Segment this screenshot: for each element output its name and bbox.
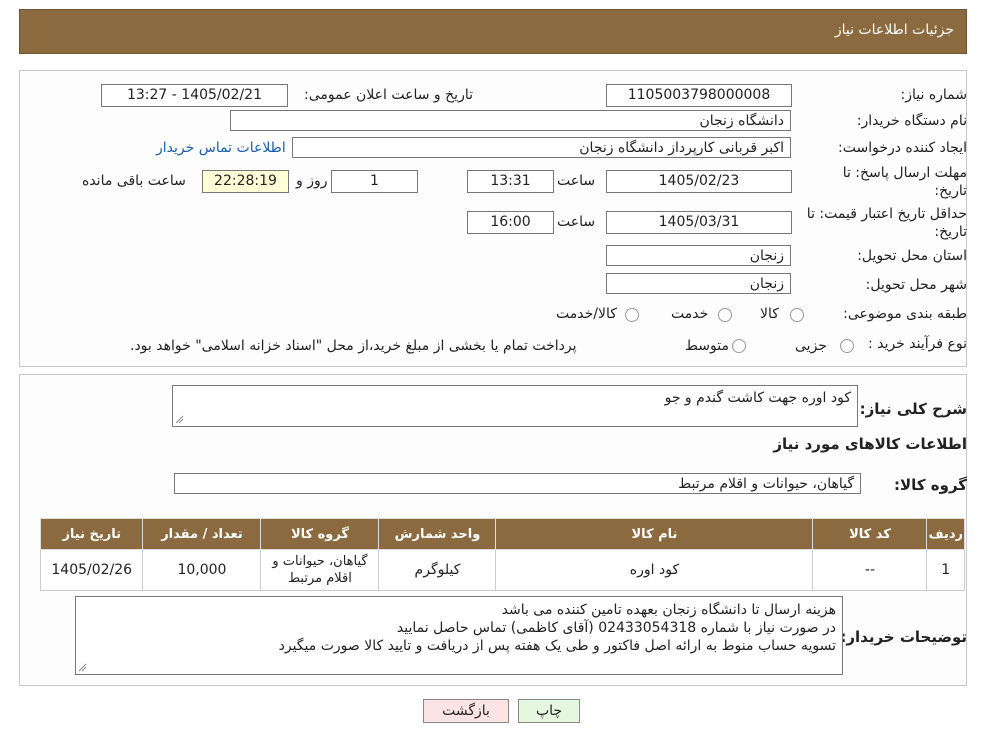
reply-deadline-label-2: تاریخ: bbox=[934, 183, 967, 199]
print-button[interactable]: چاپ bbox=[518, 699, 580, 723]
col-qty-header: تعداد / مقدار bbox=[142, 518, 262, 550]
announce-label: تاریخ و ساعت اعلان عمومی: bbox=[304, 87, 473, 103]
process-option-minor: جزیی bbox=[795, 338, 827, 354]
day-and-label: روز و bbox=[296, 173, 328, 189]
back-button[interactable]: بازگشت bbox=[423, 699, 509, 723]
process-option-medium: متوسط bbox=[685, 338, 729, 354]
category-option-service: خدمت bbox=[671, 306, 709, 322]
validity-time-label: ساعت bbox=[557, 214, 596, 230]
table-row: 1 -- کود اوره کیلوگرم گیاهان، حیوانات و … bbox=[39, 549, 965, 591]
announce-datetime-field: 1405/02/21 - 13:27 bbox=[101, 84, 288, 107]
cell-date: 1405/02/26 bbox=[39, 549, 144, 591]
process-radio-medium[interactable] bbox=[732, 339, 746, 353]
category-option-both: کالا/خدمت bbox=[556, 306, 617, 322]
summary-label: شرح کلی نیاز: bbox=[859, 400, 967, 418]
process-label: نوع فرآیند خرید : bbox=[868, 336, 967, 352]
page-title: جزئیات اطلاعات نیاز bbox=[834, 22, 954, 38]
col-name-header: نام کالا bbox=[495, 518, 814, 550]
cell-qty: 10,000 bbox=[142, 549, 262, 591]
summary-field: کود اوره جهت کاشت گندم و جو bbox=[172, 385, 858, 427]
buyer-note-line: تسویه حساب منوط به ارائه اصل فاکتور و طی… bbox=[278, 638, 836, 654]
col-code-header: کد کالا bbox=[812, 518, 928, 550]
remaining-time-field: 22:28:19 bbox=[202, 170, 289, 193]
category-option-goods: کالا bbox=[760, 306, 779, 322]
cell-group: گیاهان، حیوانات و اقلام مرتبط bbox=[260, 549, 380, 591]
category-radio-service[interactable] bbox=[718, 308, 732, 322]
days-field: 1 bbox=[331, 170, 418, 193]
remaining-label: ساعت باقی مانده bbox=[82, 173, 186, 189]
cell-code: -- bbox=[812, 549, 928, 591]
process-note: پرداخت تمام یا بخشی از مبلغ خرید،از محل … bbox=[130, 338, 577, 354]
province-label: استان محل تحویل: bbox=[857, 248, 967, 264]
reply-time-field: 13:31 bbox=[467, 170, 554, 193]
buyer-note-line: در صورت نیاز با شماره 02433054318 (آقای … bbox=[396, 620, 836, 636]
resize-grip-icon[interactable] bbox=[78, 663, 87, 672]
cell-row: 1 bbox=[926, 549, 965, 591]
buyer-note-line: هزینه ارسال تا دانشگاه زنجان بعهده تامین… bbox=[501, 602, 836, 618]
col-unit-header: واحد شمارش bbox=[378, 518, 497, 550]
category-label: طبقه بندی موضوعی: bbox=[843, 306, 967, 322]
buyer-notes-field: هزینه ارسال تا دانشگاه زنجان بعهده تامین… bbox=[75, 596, 843, 675]
city-label: شهر محل تحویل: bbox=[865, 277, 967, 293]
validity-label: حداقل تاریخ اعتبار قیمت: تا bbox=[806, 206, 967, 222]
reply-time-label: ساعت bbox=[557, 173, 596, 189]
category-radio-goods[interactable] bbox=[790, 308, 804, 322]
col-group-header: گروه کالا bbox=[260, 518, 380, 550]
creator-field: اکبر قربانی کارپرداز دانشگاه زنجان bbox=[292, 137, 791, 158]
city-field: زنجان bbox=[606, 273, 791, 294]
validity-label-2: تاریخ: bbox=[934, 224, 967, 240]
summary-text: کود اوره جهت کاشت گندم و جو bbox=[664, 390, 851, 406]
buyer-notes-label: توضیحات خریدار: bbox=[840, 628, 967, 646]
goods-info-title: اطلاعات کالاهای مورد نیاز bbox=[773, 435, 967, 453]
validity-date-field: 1405/03/31 bbox=[606, 211, 792, 234]
process-radio-minor[interactable] bbox=[840, 339, 854, 353]
reply-date-field: 1405/02/23 bbox=[606, 170, 792, 193]
need-number-field: 1105003798000008 bbox=[606, 84, 792, 107]
cell-name: کود اوره bbox=[495, 549, 814, 591]
goods-group-label: گروه کالا: bbox=[894, 476, 967, 494]
reply-deadline-label: مهلت ارسال پاسخ: تا bbox=[842, 165, 967, 181]
buyer-org-field: دانشگاه زنجان bbox=[230, 110, 791, 131]
category-radio-both[interactable] bbox=[625, 308, 639, 322]
col-row-header: ردیف bbox=[926, 518, 965, 550]
buyer-org-label: نام دستگاه خریدار: bbox=[856, 113, 967, 129]
page-header: جزئیات اطلاعات نیاز bbox=[19, 9, 967, 54]
goods-group-field: گیاهان، حیوانات و اقلام مرتبط bbox=[174, 473, 861, 494]
col-date-header: تاریخ نیاز bbox=[39, 518, 144, 550]
buyer-contact-link[interactable]: اطلاعات تماس خریدار bbox=[156, 140, 286, 156]
need-number-label: شماره نیاز: bbox=[900, 87, 968, 103]
creator-label: ایجاد کننده درخواست: bbox=[838, 140, 967, 156]
cell-unit: کیلوگرم bbox=[378, 549, 497, 591]
validity-time-field: 16:00 bbox=[467, 211, 554, 234]
resize-grip-icon[interactable] bbox=[175, 415, 184, 424]
items-table: ردیف کد کالا نام کالا واحد شمارش گروه کا… bbox=[39, 518, 965, 591]
table-header-row: ردیف کد کالا نام کالا واحد شمارش گروه کا… bbox=[39, 518, 965, 550]
province-field: زنجان bbox=[606, 245, 791, 266]
